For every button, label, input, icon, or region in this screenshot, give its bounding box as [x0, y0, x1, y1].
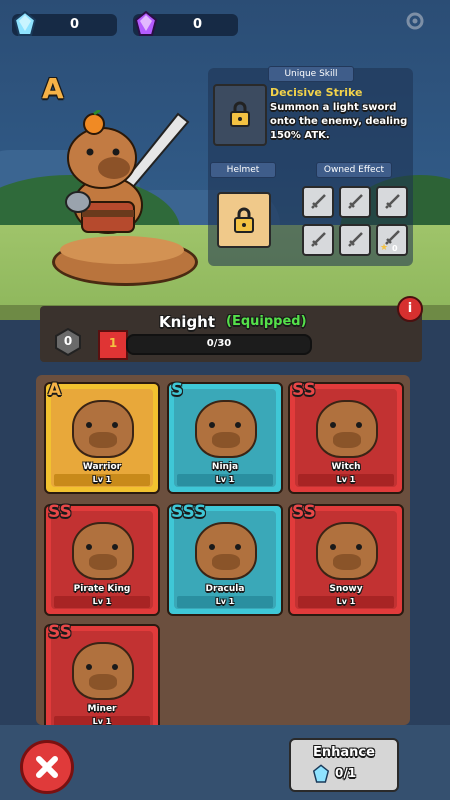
card-rank: S	[171, 380, 184, 400]
capybara-portrait	[72, 400, 134, 458]
character-card-ninja[interactable]: S Ninja Lv 1	[167, 380, 283, 494]
capybara-portrait	[72, 642, 134, 700]
card-rank: SS	[48, 502, 72, 522]
card-rank: SS	[292, 502, 316, 522]
enhance-cost: 0/1	[335, 766, 357, 780]
capybara-portrait	[72, 522, 134, 580]
card-rank: SS	[292, 380, 316, 400]
character-card-dracula[interactable]: SSS Dracula Lv 1	[167, 502, 283, 616]
capybara-portrait	[195, 522, 257, 580]
card-level: Lv 1	[298, 474, 394, 486]
card-level: Lv 1	[54, 596, 150, 608]
card-level: Lv 1	[298, 596, 394, 608]
close-button[interactable]	[20, 740, 74, 794]
card-rank: A	[48, 380, 62, 400]
character-card-pirate-king[interactable]: SS Pirate King Lv 1	[44, 502, 160, 616]
character-card-warrior[interactable]: A Warrior Lv 1	[44, 380, 160, 494]
card-level: Lv 1	[177, 474, 273, 486]
card-level: Lv 1	[177, 596, 273, 608]
card-level: Lv 1	[54, 474, 150, 486]
card-layer: A Warrior Lv 1 S Ninja Lv 1 SS Witch Lv 1 SS Pirat…	[0, 0, 450, 800]
close-icon	[33, 753, 61, 785]
card-name: Witch	[331, 462, 361, 472]
card-rank: SSS	[171, 502, 207, 522]
card-name: Ninja	[211, 462, 239, 472]
character-card-miner[interactable]: SS Miner Lv 1	[44, 622, 160, 736]
capybara-portrait	[316, 522, 378, 580]
capybara-portrait	[195, 400, 257, 458]
card-name: Miner	[87, 704, 117, 714]
blue-crystal-icon	[312, 764, 330, 784]
card-rank: SS	[48, 622, 72, 642]
enhance-button[interactable]: Enhance 0/1	[289, 738, 399, 792]
enhance-label: Enhance	[313, 745, 375, 760]
card-name: Pirate King	[73, 584, 131, 594]
card-name: Dracula	[205, 584, 245, 594]
card-name: Warrior	[82, 462, 122, 472]
character-card-witch[interactable]: SS Witch Lv 1	[288, 380, 404, 494]
character-card-snowy[interactable]: SS Snowy Lv 1	[288, 502, 404, 616]
capybara-portrait	[316, 400, 378, 458]
card-name: Snowy	[329, 584, 363, 594]
